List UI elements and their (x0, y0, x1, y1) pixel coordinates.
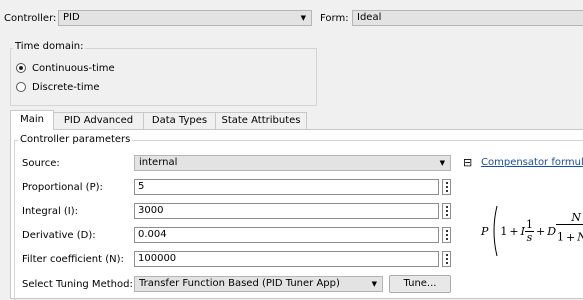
formula-fraction-2-den: 1+N1s (556, 225, 583, 250)
filter-coefficient-more-button[interactable] (442, 251, 451, 267)
tuning-method-label: Select Tuning Method: (22, 279, 133, 290)
formula-one: 1 (500, 224, 508, 238)
tab-state-attributes[interactable]: State Attributes (215, 112, 307, 129)
left-paren-icon (493, 205, 498, 257)
formula-p: P (481, 224, 489, 238)
formula-fraction-2-num: N (556, 212, 583, 225)
controller-value: PID (63, 12, 80, 23)
filter-coefficient-field[interactable]: 100000 (134, 251, 439, 267)
integral-more-button[interactable] (442, 203, 451, 219)
tab-state-attributes-label: State Attributes (221, 115, 301, 126)
tuning-method-value: Transfer Function Based (PID Tuner App) (139, 278, 340, 289)
proportional-label: Proportional (P): (22, 182, 103, 193)
formula-plus-2: + (535, 224, 546, 238)
tab-pid-advanced-btn[interactable]: PID Advanced (53, 112, 144, 129)
formula-fraction-1-num: 1 (524, 217, 534, 232)
tune-button[interactable]: Tune... (389, 275, 451, 293)
controller-label: Controller: (4, 13, 57, 24)
time-domain-legend: Time domain: (13, 41, 86, 53)
collapse-icon[interactable]: ⊟ (463, 156, 472, 169)
integral-label: Integral (I): (22, 206, 79, 217)
chevron-down-icon: ▼ (439, 159, 445, 167)
formula-d: D (547, 224, 557, 238)
continuous-time-label: Continuous-time (32, 63, 115, 74)
proportional-field[interactable]: 5 (134, 179, 439, 195)
source-dropdown[interactable]: internal ▼ (134, 155, 451, 171)
tuning-method-dropdown[interactable]: Transfer Function Based (PID Tuner App) … (134, 276, 383, 292)
formula-den-one: 1 (557, 230, 565, 244)
discrete-time-radio[interactable] (16, 82, 26, 92)
formula-fraction-1-den: s (526, 230, 533, 244)
source-value: internal (139, 157, 178, 168)
source-label: Source: (22, 158, 60, 169)
controller-parameters-legend: Controller parameters (18, 134, 133, 146)
filter-coefficient-label: Filter coefficient (N): (22, 254, 124, 265)
tab-main-label: Main (20, 114, 44, 125)
tab-pid-advanced-label: PID Advanced (63, 115, 134, 126)
derivative-label: Derivative (D): (22, 230, 96, 241)
controller-dropdown[interactable]: PID ▼ (58, 10, 312, 26)
time-domain-group (10, 48, 317, 106)
formula-den-n: N (577, 231, 583, 244)
continuous-time-radio[interactable] (16, 63, 26, 73)
form-dropdown[interactable]: Ideal (352, 10, 583, 26)
tab-main[interactable]: Main (10, 110, 54, 130)
tab-data-types-label: Data Types (151, 115, 208, 126)
formula-fraction-1: 1 s (524, 217, 534, 244)
formula-den-plus: + (566, 230, 576, 244)
derivative-more-button[interactable] (442, 227, 451, 243)
formula-fraction-2: N 1+N1s (556, 212, 583, 250)
tab-data-types[interactable]: Data Types (143, 112, 216, 129)
chevron-down-icon: ▼ (300, 14, 306, 22)
discrete-time-label: Discrete-time (32, 82, 100, 93)
formula-plus-1: + (509, 224, 519, 238)
form-label: Form: (320, 13, 349, 24)
derivative-field[interactable]: 0.004 (134, 227, 439, 243)
compensator-formula: P 1 + I 1 s + D N 1+N1s (481, 205, 583, 257)
form-value: Ideal (357, 12, 382, 23)
proportional-more-button[interactable] (442, 179, 451, 195)
integral-field[interactable]: 3000 (134, 203, 439, 219)
compensator-formula-link[interactable]: Compensator formula (481, 156, 583, 169)
